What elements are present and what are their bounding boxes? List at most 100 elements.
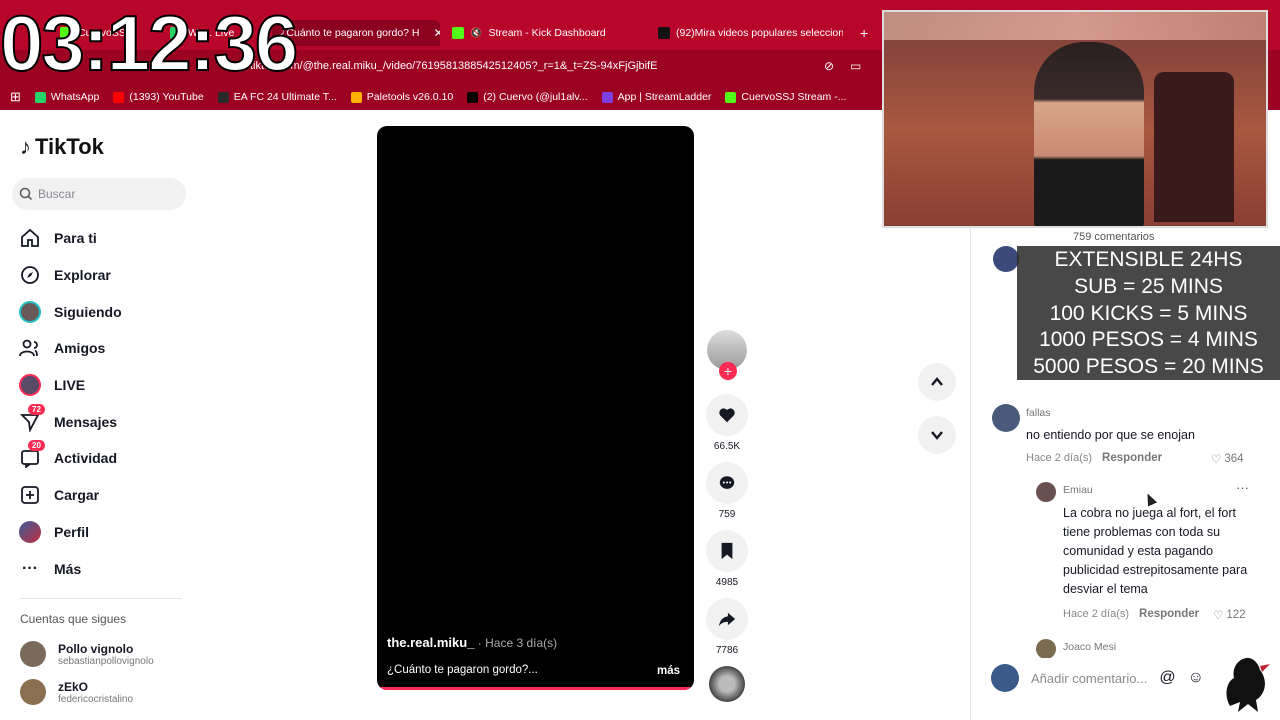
video-author[interactable]: the.real.miku_ — [387, 635, 474, 650]
follow-plus-icon[interactable]: + — [719, 362, 737, 380]
previous-video-button[interactable] — [918, 363, 956, 401]
following-avatar-icon — [18, 300, 42, 324]
search-icon — [19, 187, 33, 201]
tab-tiktok-popular[interactable]: (92)Mira videos populares selecciona — [658, 20, 843, 46]
comment-like-button[interactable]: ♡ 364 — [1211, 452, 1244, 466]
emoji-icon[interactable]: ☺ — [1188, 669, 1204, 687]
nav-live[interactable]: LIVE — [18, 367, 122, 404]
tiktok-logo[interactable]: ♪ TikTok — [20, 134, 104, 160]
comment-text: La cobra no juega al fort, el fort tiene… — [1063, 506, 1248, 596]
heart-outline-icon: ♡ — [1213, 610, 1224, 622]
extension-icon[interactable]: ⊘ — [824, 59, 834, 73]
avatar[interactable] — [1036, 639, 1056, 659]
nav-perfil[interactable]: Perfil — [18, 514, 122, 551]
like-action: 66.5K — [705, 394, 749, 452]
nav-label: Actividad — [54, 450, 118, 467]
reply-button[interactable]: Responder — [1102, 452, 1162, 464]
x-icon — [467, 91, 479, 103]
nav-para-ti[interactable]: Para ti — [18, 220, 122, 257]
bookmark-label: (1393) YouTube — [129, 91, 204, 103]
search-input[interactable]: Buscar — [12, 178, 186, 210]
comment-username[interactable]: fallas — [1026, 407, 1051, 419]
avatar[interactable] — [1036, 482, 1056, 502]
kick-icon — [725, 91, 737, 103]
bookmark-ea-fc[interactable]: EA FC 24 Ultimate T... — [217, 91, 337, 103]
comment-username[interactable]: Emiau — [1063, 484, 1093, 496]
stream-capture: CuervoSS... Wa... Live ¿Cuánto te pagaro… — [0, 0, 1280, 720]
mention-icon[interactable]: @ — [1159, 669, 1175, 687]
bookmark-x-cuervo[interactable]: (2) Cuervo (@jul1alv... — [467, 91, 588, 103]
avatar[interactable] — [993, 246, 1019, 272]
share-icon — [718, 612, 736, 627]
tab-tiktok-video[interactable]: ¿Cuánto te pagaron gordo? H ✕ — [272, 20, 440, 46]
bookmark-paletools[interactable]: Paletools v26.0.10 — [350, 91, 453, 103]
nav-label: Para ti — [54, 230, 97, 247]
tab-kick-dashboard[interactable]: 🔇 Stream - Kick Dashboard — [452, 20, 606, 46]
video-player[interactable]: the.real.miku_ · Hace 3 día(s) ¿Cuánto t… — [377, 126, 694, 690]
like-button[interactable] — [706, 394, 748, 436]
following-account[interactable]: zEkO federicocristalino — [20, 679, 133, 705]
apps-grid-icon[interactable]: ⊞ — [10, 89, 21, 105]
crow-mascot-icon — [1218, 652, 1274, 714]
video-actions: + 66.5K 759 4985 7786 — [705, 330, 749, 712]
bookmark-youtube[interactable]: (1393) YouTube — [113, 91, 204, 103]
streamladder-icon — [601, 91, 613, 103]
logo-text: TikTok — [35, 134, 104, 159]
save-button[interactable] — [706, 530, 748, 572]
stream-timer: 03:12:36 — [0, 0, 299, 87]
share-button[interactable] — [706, 598, 748, 640]
comment-input[interactable]: Añadir comentario... — [1031, 671, 1147, 686]
comment-button[interactable] — [706, 462, 748, 504]
ceiling-lights — [884, 12, 1266, 40]
following-account[interactable]: Pollo vignolo sebastianpollovignolo — [20, 641, 154, 667]
avatar[interactable] — [992, 404, 1020, 432]
nav-explorar[interactable]: Explorar — [18, 257, 122, 294]
nav-actividad[interactable]: 20 Actividad — [18, 440, 122, 477]
heart-outline-icon: ♡ — [1211, 454, 1222, 466]
caption-more-link[interactable]: más — [657, 665, 680, 677]
bookmark-label: (2) Cuervo (@jul1alv... — [483, 91, 588, 103]
save-action: 4985 — [705, 530, 749, 588]
bookmark-whatsapp[interactable]: WhatsApp — [34, 91, 99, 103]
nav-mensajes[interactable]: 72 Mensajes — [18, 403, 122, 440]
comment-username[interactable]: Joaco Mesi — [1063, 641, 1116, 653]
new-tab-button[interactable]: + — [860, 20, 868, 46]
bookmark-streamladder[interactable]: App | StreamLadder — [601, 91, 711, 103]
close-tab-icon[interactable]: ✕ — [434, 26, 440, 40]
cast-icon[interactable]: ▭ — [850, 59, 861, 73]
home-icon — [18, 226, 42, 250]
video-progress-bar[interactable] — [377, 687, 694, 690]
video-author-line: the.real.miku_ · Hace 3 día(s) — [387, 635, 557, 650]
nav-mas[interactable]: ··· Más — [18, 550, 122, 587]
comment-time: Hace 2 día(s) — [1063, 608, 1130, 620]
nav-label: Más — [54, 560, 82, 577]
comment-meta: Hace 2 día(s) Responder — [1026, 452, 1162, 464]
url-field[interactable]: tiktok.com/@the.real.miku_/video/7619581… — [250, 60, 657, 72]
more-options-icon[interactable]: ··· — [1236, 480, 1249, 495]
nav-label: Cargar — [54, 487, 100, 504]
bookmark-kick-stream[interactable]: CuervoSSJ Stream -... — [725, 91, 846, 103]
comment-like-button[interactable]: ♡ 122 — [1213, 608, 1246, 622]
author-avatar-button[interactable]: + — [705, 330, 749, 380]
promo-line: 100 KICKS = 5 MINS — [1049, 301, 1248, 325]
whatsapp-icon — [34, 91, 46, 103]
nav-siguiendo[interactable]: Siguiendo — [18, 293, 122, 330]
reply-button[interactable]: Responder — [1139, 608, 1199, 620]
youtube-icon — [113, 91, 125, 103]
notification-badge: 20 — [28, 440, 45, 452]
avatar — [20, 679, 46, 705]
nav-cargar[interactable]: Cargar — [18, 477, 122, 514]
sound-disc[interactable] — [705, 666, 749, 702]
promo-line: EXTENSIBLE 24HS — [1054, 248, 1243, 271]
comment-like-count: 364 — [1224, 453, 1244, 465]
avatar — [991, 664, 1019, 692]
chevron-down-icon — [931, 431, 943, 440]
promo-line: SUB = 25 MINS — [1074, 274, 1223, 298]
nav-amigos[interactable]: Amigos — [18, 330, 122, 367]
comment-meta: Hace 2 día(s) Responder — [1063, 608, 1199, 620]
tiktok-sidebar: ♪ TikTok Buscar Para ti Explorar Siguien… — [0, 112, 200, 720]
comment-count: 759 — [718, 509, 736, 520]
next-video-button[interactable] — [918, 416, 956, 454]
account-handle: federicocristalino — [58, 693, 134, 705]
following-title: Cuentas que sigues — [20, 612, 127, 626]
